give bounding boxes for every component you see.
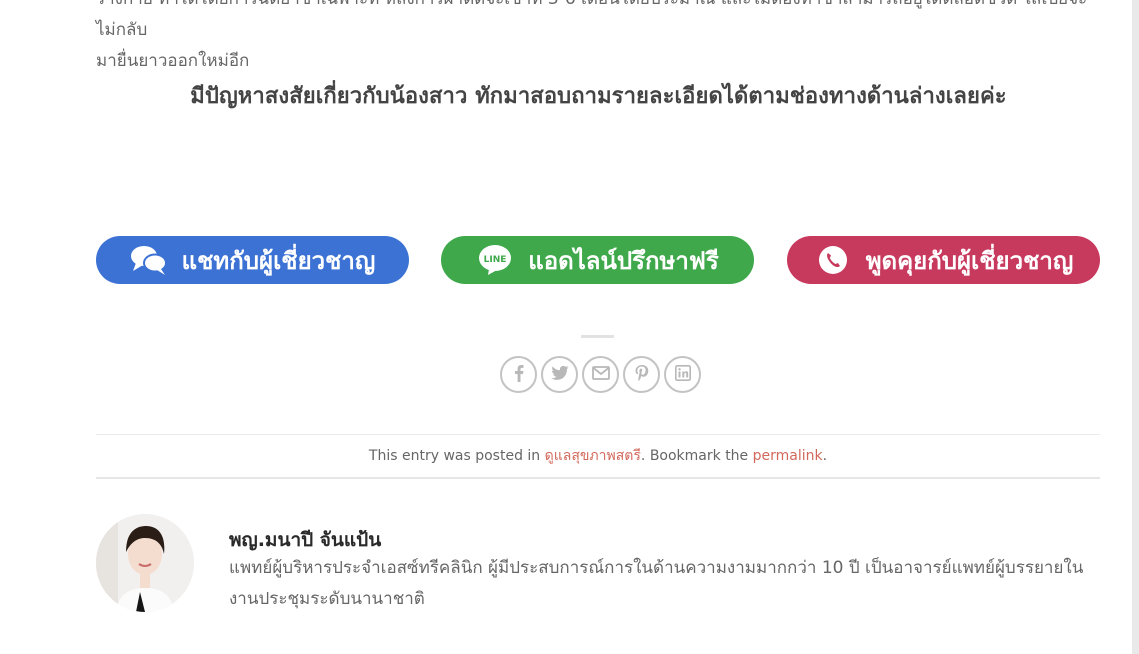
call-expert-button[interactable]: พูดคุยกับผู้เชี่ยวชาญ [787,236,1100,284]
pinterest-icon [634,364,650,386]
article-paragraph-line-1: ร่างกาย ทำได้โดยการฉีดยาชาเฉพาะที่ หลังก… [96,0,1087,40]
page-scrollbar[interactable] [1132,0,1139,654]
linkedin-icon [674,364,691,385]
contact-question-heading: มีปัญหาสงสัยเกี่ยวกับน้องสาว ทักมาสอบถาม… [190,84,1007,109]
article-paragraph-line-2: มายื่นยาวออกใหม่อีก [96,51,250,71]
category-link[interactable]: ดูแลสุขภาพสตรี [545,445,641,467]
author-bio: แพทย์ผู้บริหารประจำเอสซ์ทรีคลินิก ผู้มีป… [229,558,1084,609]
add-line-label: แอดไลน์ปรึกษาฟรี [528,246,719,275]
share-twitter-button[interactable] [541,356,578,393]
call-expert-label: พูดคุยกับผู้เชี่ยวชาญ [865,246,1074,275]
add-line-button[interactable]: LINE แอดไลน์ปรึกษาฟรี [441,236,754,284]
email-icon [591,365,610,384]
line-logo-icon: LINE [476,241,514,279]
line-logo-text: LINE [484,255,507,265]
entry-meta-prefix: This entry was posted in [368,448,545,464]
share-divider [581,335,614,338]
share-email-button[interactable] [582,356,619,393]
author-avatar [96,514,194,612]
permalink-link[interactable]: permalink [753,448,823,464]
chat-expert-label: แชทกับผู้เชี่ยวชาญ [181,246,376,275]
share-facebook-button[interactable] [500,356,537,393]
phone-icon [814,241,852,279]
facebook-icon [511,364,527,386]
twitter-icon [550,365,569,385]
author-name: พญ.มนาปี จันแป้น [229,529,382,551]
entry-meta-suffix: . [822,448,828,464]
entry-meta-middle: . Bookmark the [640,448,753,464]
page: ร่างกาย ทำได้โดยการฉีดยาชาเฉพาะที่ หลังก… [0,0,1132,654]
share-pinterest-button[interactable] [623,356,660,393]
article-body: ร่างกาย ทำได้โดยการฉีดยาชาเฉพาะที่ หลังก… [96,0,1101,77]
share-buttons [500,356,701,393]
share-linkedin-button[interactable] [664,356,701,393]
entry-meta: This entry was posted in ดูแลสุขภาพสตรี … [96,434,1100,479]
chat-expert-button[interactable]: แชทกับผู้เชี่ยวชาญ [96,236,409,284]
chat-bubbles-icon [130,241,168,279]
